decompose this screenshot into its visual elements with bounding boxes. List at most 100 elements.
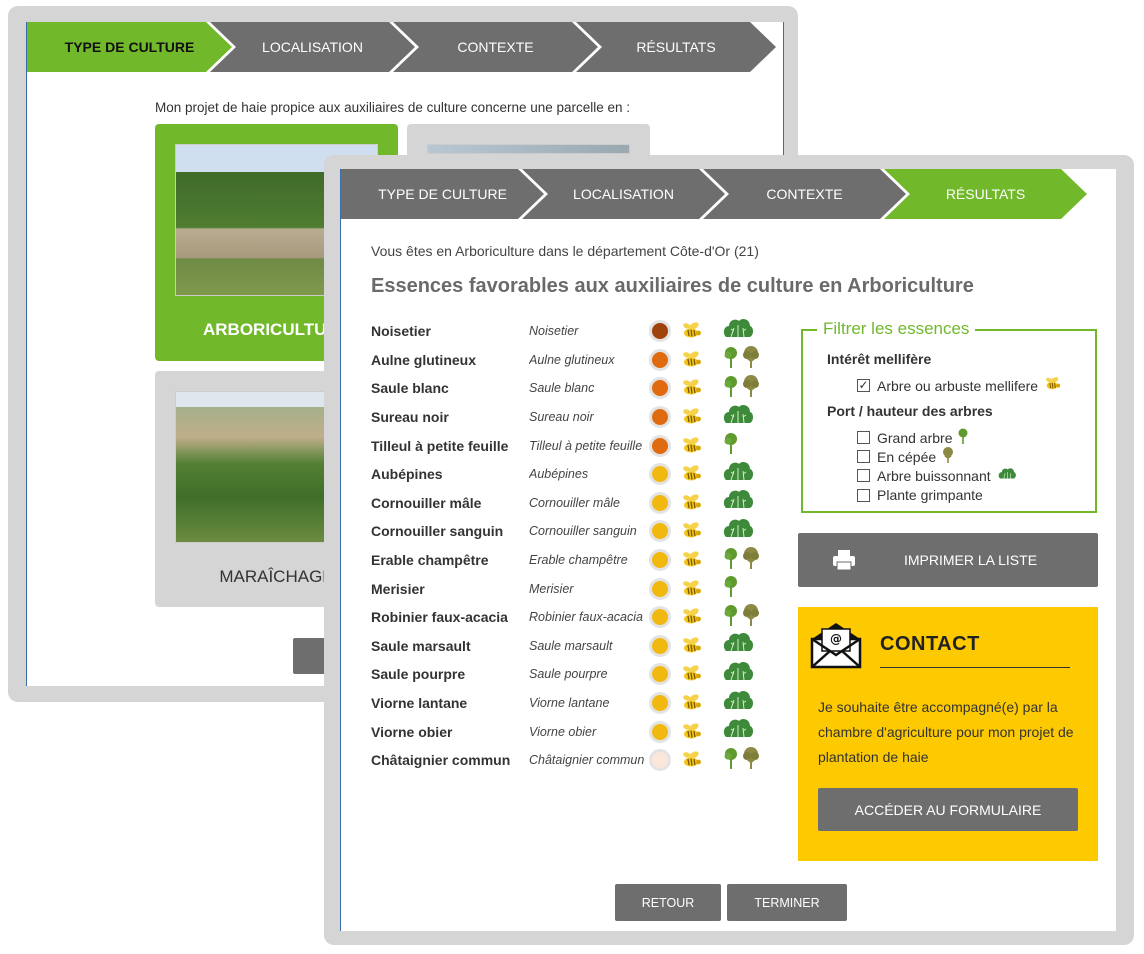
cepee-icon xyxy=(742,346,760,373)
plant-latin-name: Erable champêtre xyxy=(529,553,628,568)
plant-latin-name: Saule pourpre xyxy=(529,667,608,682)
plant-name: Sureau noir xyxy=(371,409,449,426)
plant-shape-icons xyxy=(723,346,760,373)
flowering-dot-icon xyxy=(649,320,671,343)
plant-shape-icons xyxy=(723,718,753,745)
cepee-icon xyxy=(742,603,760,631)
finish-button[interactable]: TERMINER xyxy=(727,884,847,921)
flowering-dot-icon xyxy=(649,577,671,600)
results-title: Essences favorables aux auxiliaires de c… xyxy=(371,275,974,297)
front-step-localisation[interactable]: LOCALISATION xyxy=(522,169,725,219)
filter-box: Filtrer les essences Intérêt mellifère ✓… xyxy=(801,319,1097,513)
print-list-button[interactable]: IMPRIMER LA LISTE xyxy=(798,533,1098,587)
plant-latin-name: Viorne obier xyxy=(529,724,597,739)
cepee-icon xyxy=(742,546,760,574)
plant-shape-icons xyxy=(723,432,739,459)
access-form-button[interactable]: ACCÉDER AU FORMULAIRE xyxy=(818,788,1078,831)
plant-latin-name: Noisetier xyxy=(529,324,579,339)
envelope-icon: @ xyxy=(810,623,862,669)
plant-latin-name: Saule marsault xyxy=(529,638,613,653)
bush-icon xyxy=(723,489,753,516)
bush-icon xyxy=(723,404,753,431)
bee-icon xyxy=(681,636,703,656)
plant-latin-name: Tilleul à petite feuille xyxy=(529,438,643,453)
plant-row: Merisier Merisier xyxy=(371,574,771,603)
grand-arbre-checkbox[interactable] xyxy=(857,431,870,444)
plant-name: Viorne lantane xyxy=(371,695,468,712)
cepee-icon xyxy=(742,746,760,774)
back-step-type-de-culture[interactable]: TYPE DE CULTURE xyxy=(27,22,232,72)
contact-box: @ CONTACT Je souhaite être accompagné(e)… xyxy=(798,607,1098,861)
cepee-icon xyxy=(942,447,954,466)
flowering-dot-icon xyxy=(649,406,671,429)
plant-name: Saule blanc xyxy=(371,380,449,397)
tree-icon xyxy=(723,547,739,574)
back-button[interactable]: RETOUR xyxy=(615,884,721,921)
buissonnant-label: Arbre buissonnant xyxy=(877,467,991,484)
front-step-resultats[interactable]: RÉSULTATS xyxy=(884,169,1087,219)
flowering-dot-icon xyxy=(649,377,671,400)
tree-icon xyxy=(723,375,739,402)
plant-shape-icons xyxy=(723,461,753,488)
flowering-dot-icon xyxy=(649,491,671,514)
bee-icon xyxy=(681,664,703,684)
bush-icon xyxy=(723,461,753,488)
front-step-type-de-culture[interactable]: TYPE DE CULTURE xyxy=(341,169,544,219)
grand-arbre-label: Grand arbre xyxy=(877,429,953,446)
flowering-dot-icon xyxy=(649,549,671,572)
plant-latin-name: Saule blanc xyxy=(529,381,595,396)
bee-icon xyxy=(681,464,703,484)
plant-name: Saule marsault xyxy=(371,637,471,654)
back-step-resultats[interactable]: RÉSULTATS xyxy=(576,22,776,72)
bee-icon xyxy=(681,693,703,713)
bee-icon xyxy=(1044,376,1062,395)
buissonnant-checkbox[interactable] xyxy=(857,469,870,482)
front-step-contexte[interactable]: CONTEXTE xyxy=(703,169,906,219)
plant-name: Aulne glutineux xyxy=(371,351,476,368)
filter-option-mellifere[interactable]: ✓ Arbre ou arbuste mellifere xyxy=(857,376,1062,395)
plant-shape-icons xyxy=(723,603,760,631)
plant-shape-icons xyxy=(723,632,753,659)
bee-icon xyxy=(681,407,703,427)
filter-option-grimpante[interactable]: Plante grimpante xyxy=(857,487,983,503)
plant-name: Cornouiller sanguin xyxy=(371,523,504,540)
mellifere-checkbox[interactable]: ✓ xyxy=(857,379,870,392)
plant-row: Viorne lantane Viorne lantane xyxy=(371,689,771,718)
plant-name: Robinier faux-acacia xyxy=(371,609,508,626)
cepee-icon xyxy=(742,374,760,402)
tree-icon xyxy=(723,575,739,602)
grimpante-label: Plante grimpante xyxy=(877,487,983,503)
grimpante-checkbox[interactable] xyxy=(857,488,870,502)
plant-row: Saule marsault Saule marsault xyxy=(371,632,771,661)
back-step-localisation[interactable]: LOCALISATION xyxy=(210,22,415,72)
plant-name: Viorne obier xyxy=(371,723,453,740)
bush-icon xyxy=(723,318,753,345)
filter-option-cepee[interactable]: En cépée xyxy=(857,447,954,466)
flowering-dot-icon xyxy=(649,348,671,371)
filter-option-grand-arbre[interactable]: Grand arbre xyxy=(857,428,968,447)
cepee-checkbox[interactable] xyxy=(857,450,870,463)
front-step-bar: TYPE DE CULTURE LOCALISATION CONTEXTE RÉ… xyxy=(341,169,1065,219)
bush-icon xyxy=(723,718,753,745)
flowering-dot-icon xyxy=(649,434,671,457)
plant-row: Cornouiller mâle Cornouiller mâle xyxy=(371,489,771,518)
plant-shape-icons xyxy=(723,374,760,402)
front-intro-text: Vous êtes en Arboriculture dans le dépar… xyxy=(371,243,759,259)
flowering-dot-icon xyxy=(649,692,671,715)
back-step-contexte[interactable]: CONTEXTE xyxy=(393,22,598,72)
plant-latin-name: Aulne glutineux xyxy=(529,352,615,367)
back-step-bar: TYPE DE CULTURE LOCALISATION CONTEXTE RÉ… xyxy=(27,22,754,72)
front-window: TYPE DE CULTURE LOCALISATION CONTEXTE RÉ… xyxy=(324,155,1134,945)
flowering-dot-icon xyxy=(649,663,671,686)
filter-option-buissonnant[interactable]: Arbre buissonnant xyxy=(857,467,1017,484)
plant-row: Robinier faux-acacia Robinier faux-acacia xyxy=(371,603,771,632)
plant-row: Saule pourpre Saule pourpre xyxy=(371,660,771,689)
bee-icon xyxy=(681,493,703,513)
tree-icon xyxy=(723,604,739,631)
plant-row: Cornouiller sanguin Cornouiller sanguin xyxy=(371,517,771,546)
mellifere-label: Arbre ou arbuste mellifere xyxy=(877,377,1039,394)
back-intro-text: Mon projet de haie propice aux auxiliair… xyxy=(155,100,631,115)
plant-row: Châtaignier commun Châtaignier commun xyxy=(371,746,771,775)
tree-icon xyxy=(723,346,739,373)
tree-icon xyxy=(958,428,968,447)
